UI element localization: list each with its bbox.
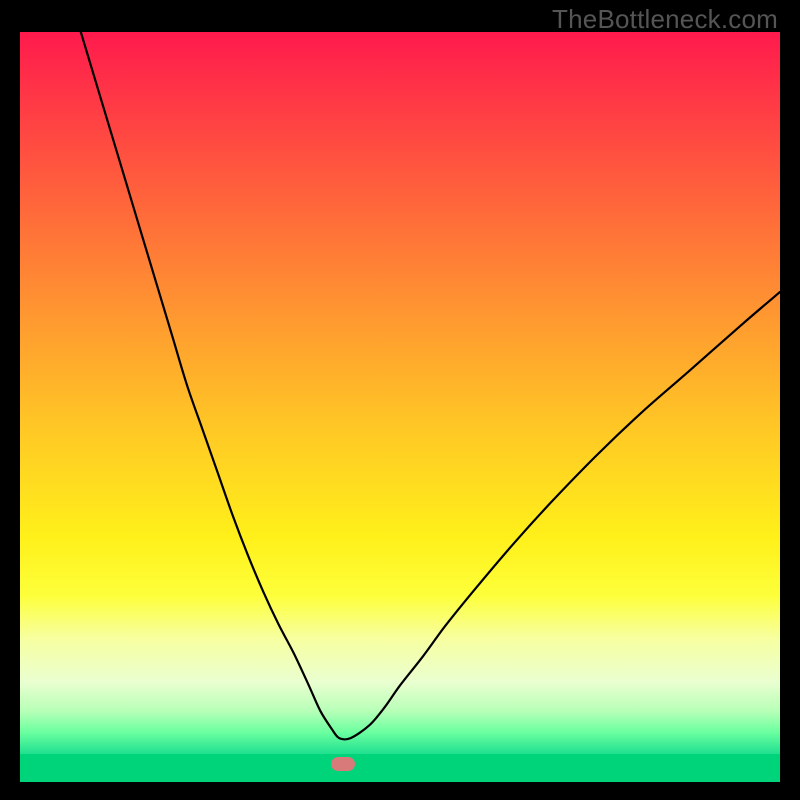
minimum-marker: [331, 757, 355, 771]
plot-area: [20, 32, 780, 782]
baseline-strip: [20, 754, 780, 782]
chart-frame: TheBottleneck.com: [0, 0, 800, 800]
watermark-text: TheBottleneck.com: [552, 4, 778, 35]
gradient-background: [20, 32, 780, 754]
